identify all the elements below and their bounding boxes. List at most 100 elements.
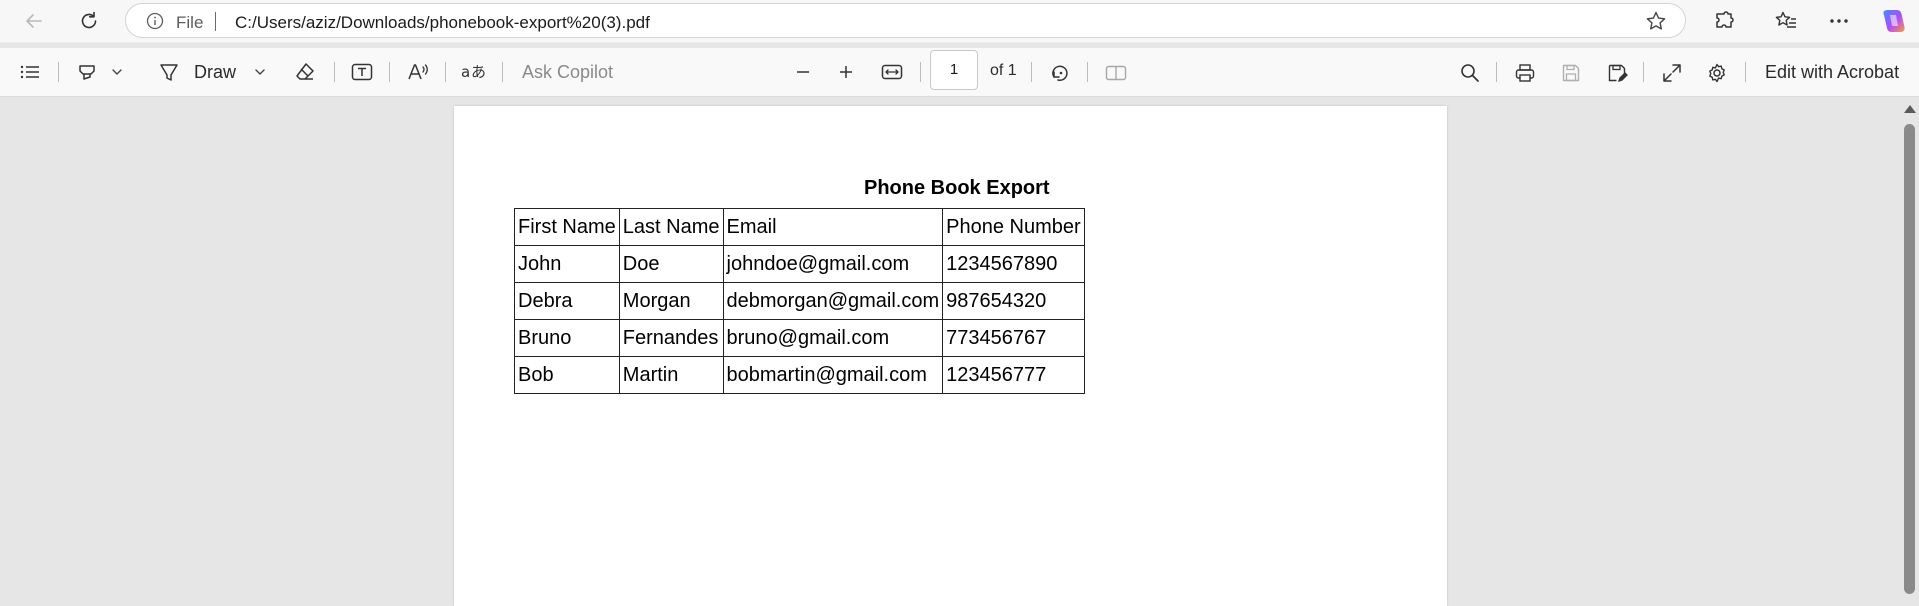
highlight-button[interactable] [76, 56, 98, 88]
info-icon[interactable] [146, 12, 164, 30]
phone-cell: 1234567890 [942, 245, 1085, 283]
draw-options-button[interactable] [253, 56, 267, 88]
table-row: Bruno Fernandes bruno@gmail.com 77345676… [514, 319, 1085, 357]
copilot-icon [1883, 10, 1905, 32]
ask-copilot-button[interactable]: Ask Copilot [522, 56, 613, 88]
table-row: Debra Morgan debmorgan@gmail.com 9876543… [514, 282, 1085, 320]
vertical-scrollbar[interactable] [1900, 97, 1919, 594]
first-name-cell: Bob [514, 356, 620, 394]
eraser-icon [296, 63, 314, 80]
edit-with-acrobat-button[interactable]: Edit with Acrobat [1765, 56, 1899, 88]
erase-button[interactable] [294, 56, 316, 88]
document-title: Phone Book Export [864, 177, 1050, 199]
page-total-label: of 1 [990, 62, 1017, 79]
chevron-down-icon [112, 69, 122, 75]
search-button[interactable] [1459, 57, 1481, 89]
scroll-up-arrow-icon[interactable] [1904, 105, 1916, 113]
column-header: Phone Number [942, 208, 1085, 246]
read-aloud-button[interactable] [406, 56, 430, 88]
email-cell: johndoe@gmail.com [722, 245, 944, 283]
draw-button[interactable]: Draw [158, 56, 236, 88]
scrollbar-thumb[interactable] [1904, 124, 1915, 594]
save-button[interactable] [1560, 57, 1582, 89]
page-view-button[interactable] [1104, 57, 1128, 89]
back-button[interactable] [17, 4, 51, 38]
rotate-icon [1052, 65, 1068, 82]
save-disk-icon [1562, 64, 1580, 82]
edit-with-acrobat-label: Edit with Acrobat [1765, 61, 1900, 82]
ask-copilot-label: Ask Copilot [522, 61, 614, 82]
phone-cell: 773456767 [942, 319, 1085, 357]
copilot-button[interactable] [1876, 4, 1910, 38]
highlighter-icon [79, 65, 95, 80]
url-separator [215, 12, 216, 31]
fit-to-width-button[interactable] [880, 56, 904, 88]
arrow-left-icon [26, 14, 42, 28]
first-name-cell: Debra [514, 282, 620, 320]
rotate-button[interactable] [1049, 57, 1071, 89]
zoom-in-button[interactable] [836, 56, 856, 88]
favorite-star-icon[interactable] [1645, 10, 1667, 32]
extensions-button[interactable] [1707, 4, 1741, 38]
browser-address-row: File C:/Users/aziz/Downloads/phonebook-e… [0, 0, 1919, 43]
email-cell: bobmartin@gmail.com [722, 356, 944, 394]
print-button[interactable] [1514, 57, 1536, 89]
refresh-icon [81, 11, 97, 29]
first-name-cell: Bruno [514, 319, 620, 357]
svg-text:a: a [461, 63, 470, 81]
last-name-cell: Doe [618, 245, 724, 283]
first-name-cell: John [514, 245, 620, 283]
toolbar-divider [502, 62, 503, 82]
minus-icon [797, 71, 809, 73]
favorites-list-icon [1775, 11, 1796, 28]
refresh-button[interactable] [72, 4, 106, 38]
contents-list-icon [20, 65, 39, 79]
phone-cell: 123456777 [942, 356, 1085, 394]
phone-cell: 987654320 [942, 282, 1085, 320]
more-menu-button[interactable] [1822, 4, 1856, 38]
toolbar-divider [58, 62, 59, 82]
email-cell: bruno@gmail.com [722, 319, 944, 357]
toolbar-divider [445, 62, 446, 82]
column-header: First Name [514, 208, 620, 246]
settings-button[interactable] [1706, 57, 1728, 89]
toolbar-divider [389, 62, 390, 82]
column-header: Last Name [618, 208, 724, 246]
toolbar-divider [334, 62, 335, 82]
draw-label: Draw [194, 61, 237, 82]
gear-icon [1709, 63, 1725, 83]
translate-button[interactable]: a あ [460, 56, 486, 88]
toolbar-divider [1087, 62, 1088, 82]
toolbar-divider [1745, 62, 1746, 82]
toolbar-divider [1643, 62, 1644, 82]
add-text-button[interactable] [350, 56, 374, 88]
toolbar-divider [920, 62, 921, 82]
read-aloud-icon [408, 64, 428, 80]
pdf-page: Phone Book Export First Name Last Name E… [454, 106, 1447, 606]
svg-text:あ: あ [471, 63, 486, 81]
table-row: John Doe johndoe@gmail.com 1234567890 [514, 245, 1085, 283]
address-bar[interactable]: File C:/Users/aziz/Downloads/phonebook-e… [125, 3, 1686, 38]
chevron-down-icon [255, 69, 265, 75]
more-dots-icon [1830, 19, 1848, 23]
favorites-button[interactable] [1769, 4, 1803, 38]
save-as-button[interactable] [1606, 57, 1628, 89]
full-screen-button[interactable] [1661, 57, 1683, 89]
email-cell: debmorgan@gmail.com [722, 282, 944, 320]
save-as-icon [1608, 64, 1628, 83]
highlight-options-button[interactable] [110, 56, 124, 88]
plus-icon [840, 66, 852, 78]
expand-icon [1663, 64, 1681, 82]
url-scheme-label: File [176, 13, 204, 32]
translate-icon: a あ [461, 63, 486, 81]
zoom-out-button[interactable] [793, 56, 813, 88]
phonebook-table: First Name Last Name Email Phone Number … [514, 208, 1085, 394]
table-row: Bob Martin bobmartin@gmail.com 123456777 [514, 356, 1085, 394]
url-text[interactable]: C:/Users/aziz/Downloads/phonebook-export… [235, 13, 650, 33]
page-number-input[interactable]: 1 [930, 50, 978, 90]
two-page-view-icon [1105, 65, 1127, 81]
search-icon [1461, 64, 1479, 82]
pdf-viewport: Phone Book Export First Name Last Name E… [0, 97, 1900, 606]
draw-pen-icon [160, 64, 178, 81]
contents-button[interactable] [18, 56, 42, 88]
